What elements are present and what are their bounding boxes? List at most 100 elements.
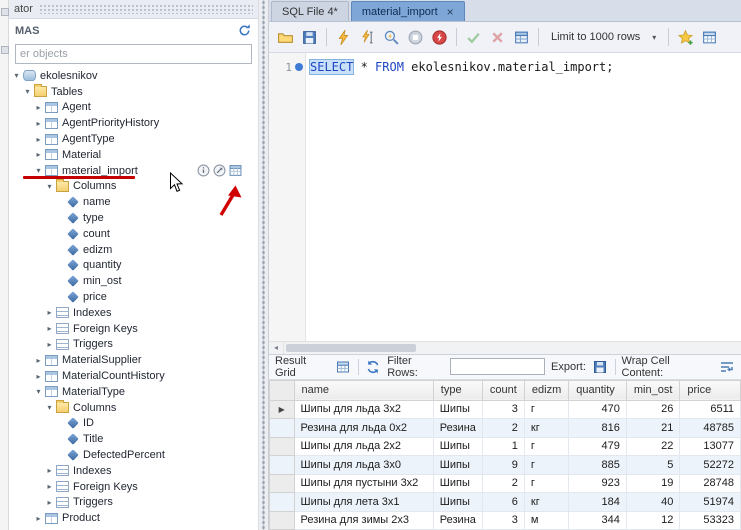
tree-item-type[interactable]: type — [9, 210, 258, 226]
tree-item-ekolesnikov[interactable]: ▾ekolesnikov — [9, 68, 258, 84]
wrap-cell-icon[interactable] — [718, 358, 735, 375]
cell[interactable]: г — [524, 400, 568, 419]
tab-material-import[interactable]: material_import × — [351, 1, 465, 21]
view-grid-icon[interactable] — [699, 27, 720, 48]
commit-icon[interactable] — [463, 27, 484, 48]
column-header-min_ost[interactable]: min_ost — [626, 380, 680, 400]
tree-item-material[interactable]: ▸Material — [9, 147, 258, 163]
cell[interactable]: 816 — [569, 419, 627, 438]
tree-item-id[interactable]: ID — [9, 416, 258, 432]
filter-rows-input[interactable] — [450, 358, 545, 375]
tree-item-title[interactable]: Title — [9, 431, 258, 447]
export-icon[interactable] — [592, 358, 609, 375]
stop-on-error-icon[interactable] — [429, 27, 450, 48]
cell[interactable]: Резина для льда 0x2 — [294, 419, 433, 438]
refresh-results-icon[interactable] — [365, 358, 382, 375]
row-selector[interactable] — [270, 419, 295, 438]
tree-item-price[interactable]: price — [9, 289, 258, 305]
tree-item-foreign-keys[interactable]: ▸Foreign Keys — [9, 321, 258, 337]
refresh-schemas-icon[interactable] — [237, 23, 252, 38]
cell[interactable]: 470 — [569, 400, 627, 419]
expand-icon[interactable]: ▸ — [44, 337, 55, 352]
rollback-icon[interactable] — [487, 27, 508, 48]
tree-item-columns[interactable]: ▾Columns — [9, 179, 258, 195]
cell[interactable]: г — [524, 474, 568, 493]
expand-icon[interactable]: ▸ — [44, 305, 55, 320]
tab-close-icon[interactable]: × — [447, 7, 454, 17]
cell[interactable]: 22 — [626, 437, 680, 456]
cell[interactable]: 40 — [626, 493, 680, 512]
collapse-icon[interactable]: ▾ — [33, 384, 44, 399]
cell[interactable]: 13077 — [680, 437, 741, 456]
cell[interactable]: 9 — [482, 456, 524, 475]
sql-text[interactable]: SELECT * FROM ekolesnikov.material_impor… — [306, 53, 617, 341]
expand-icon[interactable]: ▸ — [44, 495, 55, 510]
hscroll-thumb[interactable] — [286, 344, 416, 352]
tree-item-columns[interactable]: ▾Columns — [9, 400, 258, 416]
expand-icon[interactable]: ▸ — [33, 132, 44, 147]
cell[interactable]: 21 — [626, 419, 680, 438]
tree-item-count[interactable]: count — [9, 226, 258, 242]
expand-icon[interactable]: ▸ — [33, 116, 44, 131]
tree-item-indexes[interactable]: ▸Indexes — [9, 305, 258, 321]
result-grid-icon[interactable] — [335, 358, 352, 375]
cell[interactable]: 26 — [626, 400, 680, 419]
cell[interactable]: 5 — [626, 456, 680, 475]
expand-icon[interactable]: ▸ — [33, 100, 44, 115]
row-selector[interactable] — [270, 456, 295, 475]
tree-item-defectedpercent[interactable]: DefectedPercent — [9, 447, 258, 463]
cell[interactable]: Шипы для пустыни 3x2 — [294, 474, 433, 493]
column-header-edizm[interactable]: edizm — [524, 380, 568, 400]
expand-icon[interactable]: ▸ — [33, 369, 44, 384]
cell[interactable]: Шипы — [433, 474, 482, 493]
cell[interactable]: Шипы — [433, 493, 482, 512]
tree-item-materialtype[interactable]: ▾MaterialType — [9, 384, 258, 400]
tree-item-quantity[interactable]: quantity — [9, 258, 258, 274]
cell[interactable]: 923 — [569, 474, 627, 493]
tree-item-materialcounthistory[interactable]: ▸MaterialCountHistory — [9, 368, 258, 384]
tree-item-agentpriorityhistory[interactable]: ▸AgentPriorityHistory — [9, 115, 258, 131]
row-selector[interactable] — [270, 474, 295, 493]
autocommit-icon[interactable] — [511, 27, 532, 48]
cell[interactable]: 6511 — [680, 400, 741, 419]
cell[interactable]: 48785 — [680, 419, 741, 438]
cell[interactable]: 344 — [569, 511, 627, 530]
sql-editor[interactable]: 1 SELECT * FROM ekolesnikov.material_imp… — [269, 53, 741, 341]
cell[interactable]: Шипы для льда 2x2 — [294, 437, 433, 456]
execute-icon[interactable] — [333, 27, 354, 48]
tree-item-name[interactable]: name — [9, 194, 258, 210]
tree-item-indexes[interactable]: ▸Indexes — [9, 463, 258, 479]
expand-icon[interactable]: ▸ — [44, 463, 55, 478]
cell[interactable]: Шипы для льда 3x2 — [294, 400, 433, 419]
tree-item-triggers[interactable]: ▸Triggers — [9, 495, 258, 511]
settings-icon[interactable] — [213, 164, 226, 177]
cell[interactable]: 3 — [482, 400, 524, 419]
tree-item-min-ost[interactable]: min_ost — [9, 273, 258, 289]
cell[interactable]: 52272 — [680, 456, 741, 475]
expand-icon[interactable]: ▸ — [44, 321, 55, 336]
tree-item-materialsupplier[interactable]: ▸MaterialSupplier — [9, 352, 258, 368]
column-header-type[interactable]: type — [433, 380, 482, 400]
cell[interactable]: Шипы — [433, 400, 482, 419]
tab-sql-file-4[interactable]: SQL File 4* — [271, 1, 349, 21]
row-selector[interactable] — [270, 511, 295, 530]
cell[interactable]: 2 — [482, 419, 524, 438]
column-header-count[interactable]: count — [482, 380, 524, 400]
row-selector[interactable] — [270, 493, 295, 512]
editor-hscrollbar[interactable]: ◂ — [269, 341, 741, 354]
cell[interactable]: Шипы для лета 3x1 — [294, 493, 433, 512]
collapse-icon[interactable]: ▾ — [11, 68, 22, 83]
cell[interactable]: Шипы для льда 3x0 — [294, 456, 433, 475]
cell[interactable]: 479 — [569, 437, 627, 456]
execute-current-icon[interactable] — [357, 27, 378, 48]
tree-item-material-import[interactable]: ▾material_import — [9, 163, 258, 179]
tree-item-triggers[interactable]: ▸Triggers — [9, 337, 258, 353]
collapse-icon[interactable]: ▾ — [44, 400, 55, 415]
cell[interactable]: Шипы — [433, 456, 482, 475]
cell[interactable]: 53323 — [680, 511, 741, 530]
tree-item-edizm[interactable]: edizm — [9, 242, 258, 258]
column-header-name[interactable]: name — [294, 380, 433, 400]
column-header-price[interactable]: price — [680, 380, 741, 400]
expand-icon[interactable]: ▸ — [33, 353, 44, 368]
info-icon[interactable] — [197, 164, 210, 177]
